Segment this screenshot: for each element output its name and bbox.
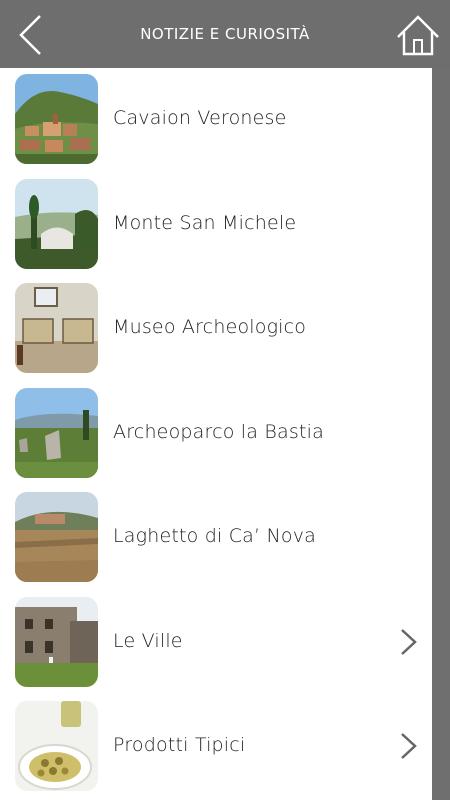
list-item-label: Museo Archeologico xyxy=(113,316,307,338)
list-item[interactable]: Le Ville xyxy=(0,591,432,696)
chevron-right-icon xyxy=(401,628,417,655)
page-title: NOTIZIE E CURIOSITÀ xyxy=(140,25,310,43)
home-button[interactable] xyxy=(394,12,442,58)
list-item-label: Prodotti Tipici xyxy=(113,734,246,756)
laghetto-ca-nova-photo xyxy=(15,492,98,582)
list-item-label: Monte San Michele xyxy=(113,211,297,234)
prodotti-tipici-photo xyxy=(15,701,98,791)
home-icon xyxy=(397,15,439,56)
list-item-label: Archeoparco la Bastia xyxy=(113,420,324,443)
chevron-left-icon xyxy=(19,15,41,55)
back-button[interactable] xyxy=(10,12,50,58)
list-item[interactable]: Laghetto di Ca’ Nova xyxy=(0,486,432,591)
list-item[interactable]: Museo Archeologico xyxy=(0,277,432,382)
list-item[interactable]: Prodotti Tipici xyxy=(0,695,432,800)
list-item-label: Laghetto di Ca’ Nova xyxy=(113,525,317,547)
cavaion-veronese-photo xyxy=(15,74,98,164)
list-item[interactable]: Monte San Michele xyxy=(0,173,432,278)
list-item[interactable]: Archeoparco la Bastia xyxy=(0,382,432,487)
list-item[interactable]: Cavaion Veronese xyxy=(0,68,432,173)
chevron-right-icon xyxy=(401,733,417,759)
archeoparco-la-bastia-photo xyxy=(15,387,98,478)
monte-san-michele-photo xyxy=(15,178,98,269)
le-ville-photo xyxy=(15,596,98,687)
news-list: Cavaion Veronese Monte San Michele Museo… xyxy=(0,68,432,800)
scrollbar-track[interactable] xyxy=(432,68,450,800)
list-item-label: Cavaion Veronese xyxy=(113,107,287,129)
list-item-label: Le Ville xyxy=(113,629,183,652)
top-bar: NOTIZIE E CURIOSITÀ xyxy=(0,0,450,68)
museo-archeologico-photo xyxy=(15,283,98,373)
